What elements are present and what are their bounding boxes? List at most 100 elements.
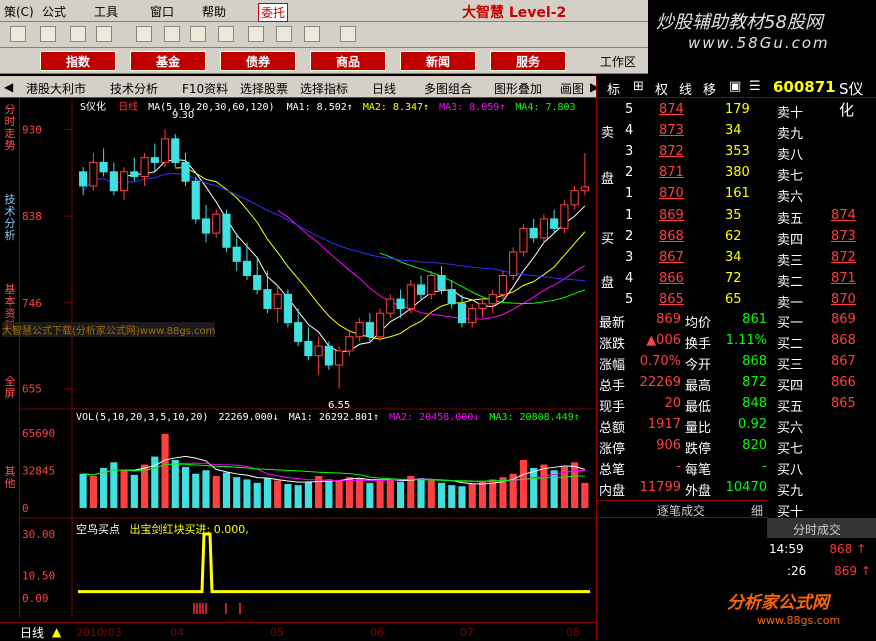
stat-value: 906 [656,438,681,453]
minute-title[interactable]: 分时成交 [793,521,841,538]
sell-volume: 179 [725,102,750,117]
quote-header: 标 ⊞ 权 线 移 ▣ ☰ 600871 S仪化 [597,76,876,119]
volume-bar [284,484,292,508]
menu-item-window[interactable]: 窗口 [150,3,174,20]
tab-select-stock[interactable]: 选择股票 [240,80,288,97]
tab-tech-analysis[interactable]: 技术分析 [110,80,158,97]
volume-bar [304,481,312,508]
stat-value: - [676,459,681,474]
stat-label: 均价 [685,316,712,331]
toolbar-arrow-icon[interactable] [136,26,152,42]
bottom-period-label[interactable]: 日线 [20,624,44,641]
date-label-4: 07 [460,626,474,639]
indicator-tick-label: 30.00 [22,528,55,541]
candle-body [253,274,262,291]
indicator-value: 出宝剑红块买进: 0.000, [129,523,249,536]
volume-bar [335,480,343,508]
tab-overlay[interactable]: 图形叠加 [494,80,542,97]
volume-bar [386,479,394,508]
date-label-2: 05 [270,626,284,639]
buy-level: 3 [625,250,634,265]
footer-url: www.88gs.com [757,614,841,627]
candle-body [386,298,395,314]
tab-multi-chart[interactable]: 多图组合 [424,80,472,97]
volume-bar [100,468,108,508]
big-button-bar: 指数 基金 债券 商品 新闻 服务 工作区 [0,48,648,74]
date-label-3: 06 [370,626,384,639]
indicator-legend-row: 空鸟买点 出宝剑红块买进: 0.000, [76,521,249,537]
buy-price-right: 872 [831,250,856,265]
price-tick-label: 746 [22,297,42,310]
candle-body [509,251,518,276]
commodity-button[interactable]: 商品 [310,51,386,71]
side-tab-tech[interactable]: 技术分析 [2,194,18,242]
trade-title[interactable]: 逐笔成交 [657,502,705,519]
toolbar-screen-icon[interactable] [218,26,234,42]
workzone-label[interactable]: 工作区 [600,53,636,70]
menu-item-help[interactable]: 帮助 [202,3,226,20]
side-tab-fullscreen[interactable]: 全屏 [2,376,18,400]
tab-move[interactable]: 移 [703,79,716,98]
candle-body [130,171,139,178]
candle-body [222,213,231,248]
bond-button[interactable]: 债券 [220,51,296,71]
candle-body [488,293,497,305]
news-button[interactable]: 新闻 [400,51,476,71]
watermark-text: 大智慧公式下载(分析家公式网)www.88gs.com [2,322,216,337]
trade-time: :26 [787,564,807,578]
tab-hk-market[interactable]: 港股大利市 [26,80,86,97]
left-sidebar: 分时走势 技术分析 基本资料 全屏 其他 [0,98,20,618]
detail-label[interactable]: 细 [751,502,763,519]
side-tab-intraday[interactable]: 分时走势 [2,104,18,152]
tab-f10[interactable]: F10资料 [182,80,228,97]
bid-price: 868 [831,333,856,348]
tab-mark[interactable]: 标 [607,79,620,98]
toolbar-layout-icon[interactable] [276,26,292,42]
plus-icon[interactable]: ⊞ [633,79,644,94]
buy-label-right: 卖五 [777,212,804,227]
toolbar-grid-icon[interactable] [40,26,56,42]
bid-label: 买七 [777,442,804,457]
menu-item-formula[interactable]: 公式 [42,3,66,20]
toolbar-circle-icon[interactable] [190,26,206,42]
stock-name-label: S仪化 [80,102,107,113]
tab-line[interactable]: 线 [679,79,692,98]
stat-value: 1.11% [725,333,767,348]
menu-item-tools[interactable]: 工具 [94,3,118,20]
candle-body [529,227,538,239]
side-tab-other[interactable]: 其他 [2,466,18,490]
tab-draw[interactable]: 画图 [560,80,584,97]
toolbar-help-icon[interactable] [340,26,356,42]
volume-bar [366,482,374,508]
volume-bar [89,476,97,508]
period-arrow-icon[interactable]: ▲ [52,625,61,639]
candle-body [550,218,559,229]
volume-bar [519,460,528,508]
menu-item-strategy[interactable]: 策(C) [4,3,34,20]
menu-item-trade[interactable]: 委托 [258,3,289,22]
date-label-5: 08 [566,626,580,639]
candle-body [140,157,149,178]
volume-bar [571,462,579,508]
fund-button[interactable]: 基金 [130,51,206,71]
tab-right[interactable]: 权 [655,79,668,98]
kline-chart-svg[interactable]: 930 838 746 655 65690 32845 0 30.00 10.50 0.00 [20,98,596,618]
service-button[interactable]: 服务 [490,51,566,71]
toolbar-flag-icon[interactable] [10,26,26,42]
toolbar-books-icon[interactable] [304,26,320,42]
scroll-left-icon[interactable]: ◀ [4,80,13,94]
tab-daily[interactable]: 日线 [372,80,396,97]
buy-level: 2 [625,229,634,244]
index-button[interactable]: 指数 [40,51,116,71]
buy-volume: 62 [725,229,742,244]
chart-area[interactable]: 930 838 746 655 65690 32845 0 30.00 10.50 0.00 … [2,98,596,618]
toolbar-diamond-icon[interactable] [164,26,180,42]
toolbar-binoculars-icon[interactable] [70,26,86,42]
up-arrow-icon: ↑ [860,564,871,578]
toolbar-window-icon[interactable] [248,26,264,42]
volume-bar [356,478,364,508]
toolbar-chart-icon[interactable] [96,26,112,42]
window-icon[interactable]: ▣ [729,79,741,94]
list-icon[interactable]: ☰ [749,79,761,94]
tab-select-indicator[interactable]: 选择指标 [300,80,348,97]
